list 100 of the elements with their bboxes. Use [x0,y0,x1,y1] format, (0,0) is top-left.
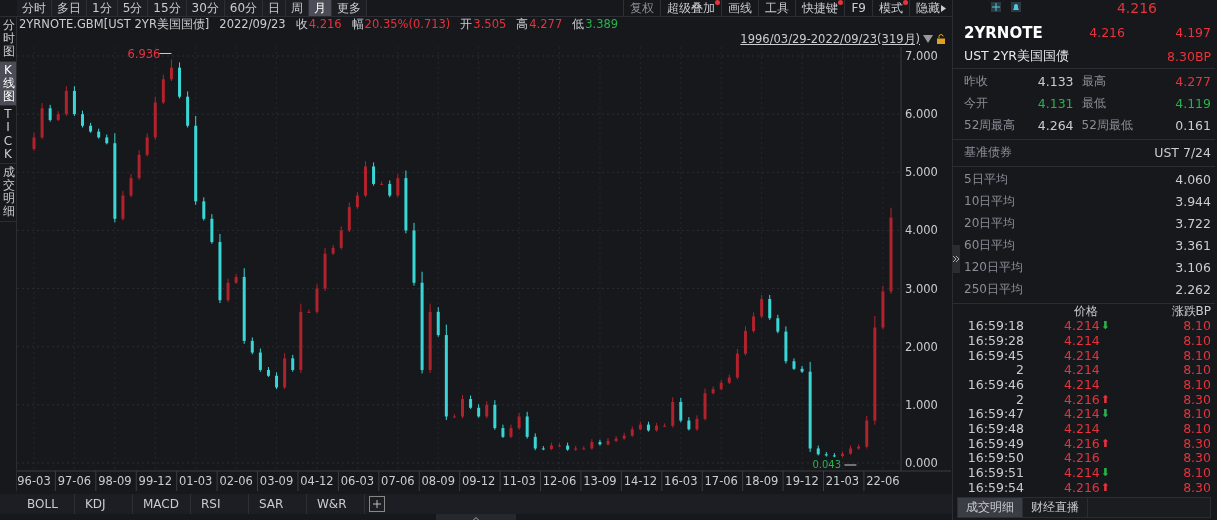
panel-tab[interactable]: 成交明细 [958,497,1023,517]
candle [396,173,400,198]
trade-price: 4.214 [1064,465,1100,481]
trade-change: 8.10 [1183,406,1211,422]
double-chevron-icon [953,256,959,262]
candle [509,424,513,439]
y-tick-label: 7.000 [905,49,938,63]
x-tick-label: 02-06 [219,474,253,488]
candle [380,181,384,186]
panel-tab[interactable]: 财经直播 [1023,497,1088,517]
candle [105,134,109,145]
x-tick-label: 11-03 [502,474,536,488]
candle [849,445,853,456]
x-tick-label: 97-06 [57,474,92,488]
instrument-name: UST 2YR美国国债 [964,47,1069,65]
add-button[interactable] [991,2,1001,12]
candle [436,306,440,338]
candle [671,396,675,429]
trade-time: 16:59:54 [966,479,1024,495]
period-tab[interactable]: 1分 [87,0,118,16]
toolbar-button[interactable]: 画线 [721,0,759,16]
trade-time: 2 [1015,362,1024,378]
view-tab[interactable]: 成交明细 [0,163,16,222]
candle [339,225,343,251]
symbol-title: 2YRNOTE.GBM[UST 2YR美国国债] [19,17,210,31]
stat-label: 最高 [1081,73,1106,91]
trade-price: 4.216 [1064,479,1100,495]
candle [299,303,303,374]
candle [630,425,634,438]
x-tick-label: 21-03 [825,474,860,488]
stat-label: 52周最低 [1081,117,1133,135]
period-tab[interactable]: 月 [309,0,333,16]
toolbar-button[interactable]: 超级叠加 [660,0,722,16]
period-tab[interactable]: 日 [263,0,287,16]
chevron-up-icon [472,515,480,520]
expand-handle[interactable] [436,514,516,520]
period-tab[interactable]: 5分 [117,0,149,16]
candle [404,170,408,234]
period-tab[interactable]: 周 [286,0,310,16]
quote-value: 3.389 [585,17,619,31]
trade-change: 8.10 [1183,362,1211,378]
trade-change: 8.10 [1183,377,1211,392]
period-tab[interactable]: 30分 [186,0,225,16]
candle [792,357,796,371]
alert-button[interactable] [1011,2,1021,12]
quote-label: 低 [572,17,585,31]
y-tick-label: 0.000 [905,456,938,470]
caret-icon [941,4,946,12]
lock-icon[interactable] [936,34,946,44]
toolbar-button[interactable]: F9 [844,0,872,16]
average-value: 2.262 [1175,282,1211,298]
candle [590,438,594,451]
period-tab[interactable]: 更多 [332,0,368,16]
candle [549,442,553,451]
x-tick-label: 99-12 [138,474,172,488]
candle [355,191,359,210]
toolbar-button[interactable]: 模式 [872,0,909,16]
collapse-handle[interactable] [952,245,960,273]
toolbar-button[interactable]: 快捷键 [795,0,845,16]
candle [824,451,828,458]
toolbar-button[interactable]: 工具 [758,0,796,16]
trade-price: 4.214 [1064,377,1100,392]
candle [768,294,772,321]
candle [784,325,788,365]
trade-time: 16:59:45 [966,347,1024,363]
average-label: 10日平均 [964,193,1016,211]
stat-value: 4.133 [1037,74,1074,90]
x-tick-label: 06-03 [340,474,375,488]
trade-time: 16:59:46 [966,377,1024,392]
candle [137,149,141,181]
view-tab[interactable]: 分时图 [0,17,16,62]
candle [145,132,149,158]
view-tab[interactable]: K线图 [0,61,16,107]
current-price: 4.216 [1088,25,1125,41]
leader-line [843,464,857,466]
stat-label: 今开 [964,95,988,113]
stat-label: 最低 [1081,95,1106,113]
period-tab[interactable]: 分时 [17,0,52,16]
candle [72,85,76,117]
benchmark-label: 基准债券 [964,144,1012,162]
dropdown-icon[interactable] [923,35,933,43]
stat-value: 4.119 [1175,96,1211,112]
period-tab[interactable]: 15分 [148,0,187,16]
candle [582,445,586,451]
view-tab[interactable]: TICK [0,106,16,164]
candle [275,371,279,390]
trade-time: 16:59:51 [966,465,1024,481]
candle [129,173,133,198]
candle [881,285,885,330]
add-button[interactable] [369,496,385,512]
reference-price: 4.197 [1174,25,1211,41]
y-tick-label: 6.000 [905,107,938,122]
x-tick-label: 01-03 [179,474,213,488]
candle [452,413,456,419]
period-tab[interactable]: 多日 [52,0,87,16]
trade-change: 8.10 [1183,332,1211,348]
candle [364,160,367,198]
toolbar-button[interactable]: 隐藏 [909,0,952,16]
date-range-link[interactable]: 1996/03/29-2022/09/23(319月) [740,31,920,47]
period-tab[interactable]: 60分 [224,0,264,16]
